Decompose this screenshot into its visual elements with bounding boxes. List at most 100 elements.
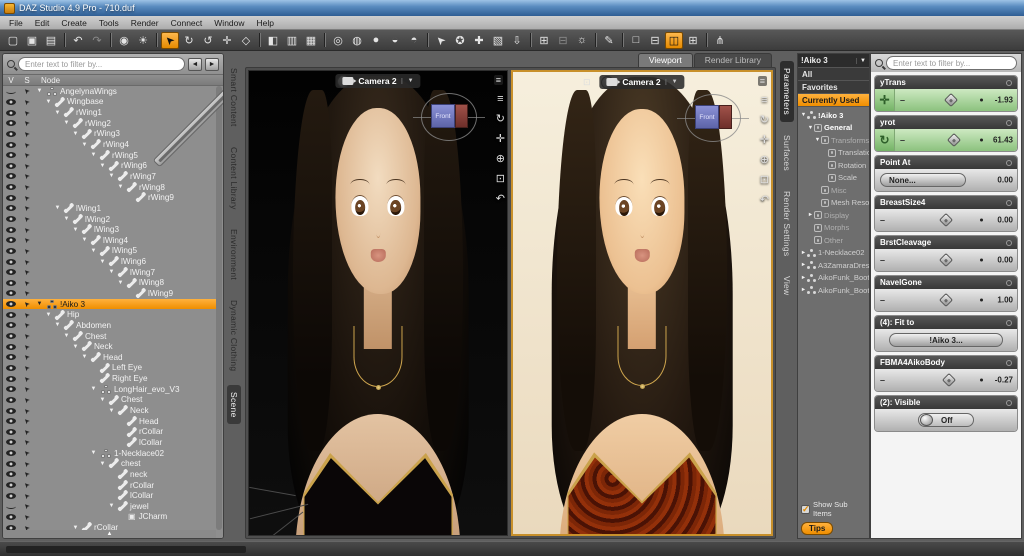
- expand-arrow[interactable]: ▼: [62, 216, 71, 222]
- lights-on-icon[interactable]: ☼: [573, 32, 591, 49]
- eye-open-icon[interactable]: [3, 344, 19, 350]
- zoom-icon[interactable]: ⊕: [760, 153, 769, 166]
- param-value[interactable]: -1.93: [995, 96, 1013, 105]
- menu-window[interactable]: Window: [209, 17, 249, 29]
- eye-open-icon[interactable]: [3, 461, 19, 467]
- image-editor-icon[interactable]: ▧: [489, 32, 507, 49]
- eye-open-icon[interactable]: [3, 439, 19, 445]
- scene-row-lwing6[interactable]: ➤▼lWing6: [3, 256, 216, 267]
- expand-arrow[interactable]: ▼: [53, 322, 62, 328]
- cursor-select-icon[interactable]: ➤: [19, 300, 35, 308]
- parameters-filter-input[interactable]: [886, 56, 1017, 70]
- cursor-select-icon[interactable]: ➤: [19, 119, 35, 127]
- scene-row-head[interactable]: ➤Head: [3, 416, 216, 427]
- export-icon[interactable]: ⇩: [508, 32, 526, 49]
- eye-open-icon[interactable]: [3, 333, 19, 339]
- figure-pose-icon[interactable]: ✚: [470, 32, 488, 49]
- figure-selector[interactable]: !Aiko 3 ▼: [798, 54, 869, 68]
- visible-toggle[interactable]: Off: [918, 413, 974, 427]
- people-tool-icon[interactable]: ✪: [451, 32, 469, 49]
- pane-options-icon[interactable]: ≡: [758, 76, 767, 86]
- expand-arrow[interactable]: ▼: [53, 110, 62, 116]
- expand-arrow[interactable]: ▼: [89, 450, 98, 456]
- eye-open-icon[interactable]: [3, 131, 19, 137]
- pnav-tree-misc[interactable]: Misc: [798, 184, 869, 197]
- pnav-tree-transforms[interactable]: ▼Transforms: [798, 134, 869, 147]
- aim-render-icon[interactable]: ◓: [405, 32, 423, 49]
- eye-open-icon[interactable]: [3, 397, 19, 403]
- scene-row-neck[interactable]: ➤▼Neck: [3, 341, 216, 352]
- param-value[interactable]: -0.27: [995, 376, 1013, 385]
- scene-row-chest[interactable]: ➤▼chest: [3, 458, 216, 469]
- node-selection-tool-icon[interactable]: ➤: [161, 32, 179, 49]
- cursor-select-icon[interactable]: ➤: [19, 513, 35, 521]
- tab-surfaces[interactable]: Surfaces: [780, 128, 794, 178]
- eye-open-icon[interactable]: [3, 227, 19, 233]
- param-slider[interactable]: –1.00: [875, 289, 1017, 311]
- eye-open-icon[interactable]: [3, 290, 19, 296]
- eye-open-icon[interactable]: [3, 322, 19, 328]
- twist-tool-icon[interactable]: ↺: [199, 32, 217, 49]
- eye-open-icon[interactable]: [3, 173, 19, 179]
- pnav-tree-a3zamaradress[interactable]: ►A3ZamaraDress: [798, 259, 869, 272]
- scene-row-head[interactable]: ➤▼Head: [3, 352, 216, 363]
- tab-parameters[interactable]: Parameters: [780, 61, 794, 122]
- eye-open-icon[interactable]: [3, 408, 19, 414]
- viewport-pane-left[interactable]: Camera 2 ▼ ≡ Front ≡↻✛⊕⊡↶: [248, 70, 508, 536]
- slider-thumb[interactable]: [942, 373, 956, 387]
- pnav-tree-morphs[interactable]: Morphs: [798, 222, 869, 235]
- expand-arrow[interactable]: ▼: [107, 503, 116, 509]
- pnav-tree-other[interactable]: Other: [798, 234, 869, 247]
- param-value[interactable]: 0.00: [997, 176, 1013, 185]
- pnav-tree-translation[interactable]: Translation: [798, 147, 869, 160]
- render-album-icon[interactable]: ◎: [329, 32, 347, 49]
- view-cube[interactable]: Front: [421, 93, 477, 141]
- scale-tool-icon[interactable]: ◇: [237, 32, 255, 49]
- layout-single-icon[interactable]: □: [627, 32, 645, 49]
- param-slider[interactable]: –61.43: [895, 129, 1017, 151]
- eye-open-icon[interactable]: [3, 99, 19, 105]
- scene-row-neck[interactable]: ➤▼Neck: [3, 405, 216, 416]
- eye-open-icon[interactable]: [3, 184, 19, 190]
- cursor-select-icon[interactable]: ➤: [19, 109, 35, 117]
- eye-open-icon[interactable]: [3, 376, 19, 382]
- menu-help[interactable]: Help: [252, 17, 279, 29]
- pan-icon[interactable]: ✛: [760, 133, 769, 146]
- scene-row-angelynawings[interactable]: ➤▼AngelynaWings: [3, 86, 216, 97]
- tab-viewport[interactable]: Viewport: [638, 53, 693, 67]
- eye-closed-icon[interactable]: [3, 89, 19, 94]
- eye-open-icon[interactable]: [3, 259, 19, 265]
- layout-quad-icon[interactable]: ⊞: [684, 32, 702, 49]
- reset-view-icon[interactable]: ↶: [760, 193, 769, 206]
- expand-arrow[interactable]: ▼: [80, 142, 89, 148]
- expand-arrow[interactable]: ▼: [89, 386, 98, 392]
- expand-arrow[interactable]: ▼: [71, 227, 80, 233]
- cursor-select-icon[interactable]: ➤: [19, 141, 35, 149]
- tab-content-library[interactable]: Content Library: [227, 140, 241, 217]
- tab-render-library[interactable]: Render Library: [694, 53, 772, 67]
- scene-row-chest[interactable]: ➤▼Chest: [3, 331, 216, 342]
- slider-thumb[interactable]: [946, 133, 960, 147]
- menu-tools[interactable]: Tools: [94, 17, 124, 29]
- param-value[interactable]: 0.00: [997, 216, 1013, 225]
- tab-environment[interactable]: Environment: [227, 222, 241, 287]
- scene-row-lwing8[interactable]: ➤▼lWing8: [3, 278, 216, 289]
- scene-row-lcollar[interactable]: ➤lCollar: [3, 490, 216, 501]
- expand-arrow[interactable]: ▼: [107, 408, 116, 414]
- eye-open-icon[interactable]: [3, 163, 19, 169]
- cursor-select-icon[interactable]: ➤: [19, 172, 35, 180]
- measure-tool-icon[interactable]: ⋔: [711, 32, 729, 49]
- scene-row-rwing6[interactable]: ➤▼rWing6: [3, 160, 216, 171]
- eye-open-icon[interactable]: [3, 142, 19, 148]
- eye-open-icon[interactable]: [3, 205, 19, 211]
- expand-arrow[interactable]: ►: [807, 212, 814, 218]
- expand-arrow[interactable]: ▼: [35, 301, 44, 307]
- param-value[interactable]: 1.00: [997, 296, 1013, 305]
- pnav-tree-display[interactable]: ►Display: [798, 209, 869, 222]
- expand-arrow[interactable]: ▼: [107, 173, 116, 179]
- cursor-select-icon[interactable]: ➤: [19, 364, 35, 372]
- cursor-select-icon[interactable]: ➤: [19, 194, 35, 202]
- expand-arrow[interactable]: ▼: [98, 397, 107, 403]
- param-slider[interactable]: –0.00: [875, 249, 1017, 271]
- cursor-select-icon[interactable]: ➤: [19, 481, 35, 489]
